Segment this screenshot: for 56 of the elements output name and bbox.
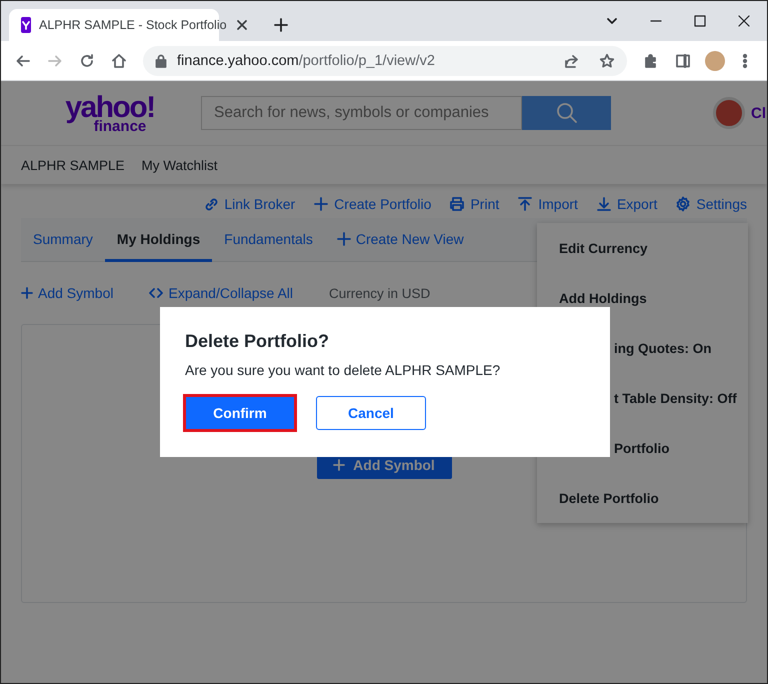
- plus-icon: [21, 287, 33, 299]
- upload-icon: [517, 196, 534, 212]
- code-brackets-icon: [149, 287, 164, 299]
- view-tab[interactable]: My Holdings: [104, 218, 212, 262]
- search-icon: [556, 102, 578, 124]
- tab-title[interactable]: ALPHR SAMPLE - Stock Portfolio: [39, 18, 227, 32]
- user-name[interactable]: Cl: [751, 104, 767, 122]
- nav-link[interactable]: ALPHR SAMPLE: [21, 158, 125, 172]
- action-link[interactable]: Create Portfolio: [313, 194, 432, 214]
- action-link[interactable]: Import: [517, 194, 578, 214]
- reload-icon[interactable]: [79, 52, 95, 68]
- add-symbol-link[interactable]: Add Symbol: [21, 285, 114, 301]
- url-text: finance.yahoo.com/portfolio/p_1/view/v2: [177, 52, 436, 68]
- star-icon[interactable]: [599, 52, 615, 68]
- menu-item[interactable]: Edit Currency: [537, 223, 748, 273]
- lock-icon: [155, 54, 167, 68]
- back-icon[interactable]: [15, 52, 31, 68]
- nav-link[interactable]: My Watchlist: [142, 158, 218, 172]
- maximize-icon[interactable]: [693, 14, 707, 28]
- new-tab-icon[interactable]: [273, 17, 289, 33]
- y-mark-icon: [21, 20, 31, 30]
- menu-item[interactable]: Delete Portfolio: [537, 473, 748, 523]
- action-link[interactable]: Export: [596, 194, 658, 214]
- create-view-link[interactable]: Create New View: [324, 218, 476, 262]
- printer-icon: [449, 196, 466, 212]
- plus-icon: [336, 232, 351, 246]
- menu-item[interactable]: ing Quotes: On: [537, 323, 748, 373]
- download-icon: [596, 196, 612, 212]
- home-icon[interactable]: [111, 52, 127, 68]
- side-panel-icon[interactable]: [675, 52, 691, 68]
- view-tab[interactable]: Summary: [21, 218, 105, 262]
- close-icon[interactable]: [234, 18, 249, 32]
- menu-item[interactable]: Portfolio: [537, 423, 748, 473]
- close-window-icon[interactable]: [737, 14, 751, 28]
- puzzle-icon[interactable]: [643, 52, 659, 68]
- confirm-button[interactable]: Confirm: [185, 396, 295, 430]
- share-icon[interactable]: [563, 52, 579, 68]
- action-link[interactable]: Print: [449, 194, 500, 214]
- user-avatar[interactable]: [713, 97, 745, 129]
- view-tab[interactable]: Fundamentals: [212, 218, 325, 262]
- action-link[interactable]: Link Broker: [203, 194, 296, 214]
- link-icon: [203, 196, 220, 212]
- yahoo-logo-text[interactable]: yahoo!: [65, 92, 155, 122]
- dialog-message: Are you sure you want to delete ALPHR SAMPLE?: [185, 362, 502, 378]
- dialog-title: Delete Portfolio?: [185, 331, 330, 352]
- menu-item[interactable]: Add Holdings: [537, 273, 748, 323]
- action-link[interactable]: Settings: [675, 194, 747, 214]
- plus-icon: [333, 459, 346, 471]
- currency-label: Currency in USD: [329, 286, 430, 300]
- menu-item[interactable]: t Table Density: Off: [537, 373, 748, 423]
- plus-icon: [313, 196, 330, 212]
- cancel-button[interactable]: Cancel: [316, 396, 426, 430]
- address-bar[interactable]: finance.yahoo.com/portfolio/p_1/view/v2: [143, 46, 627, 76]
- search-field[interactable]: Search for news, symbols or companies: [201, 96, 522, 130]
- expand-collapse-link[interactable]: Expand/Collapse All: [149, 285, 294, 301]
- settings-icon: [675, 196, 692, 212]
